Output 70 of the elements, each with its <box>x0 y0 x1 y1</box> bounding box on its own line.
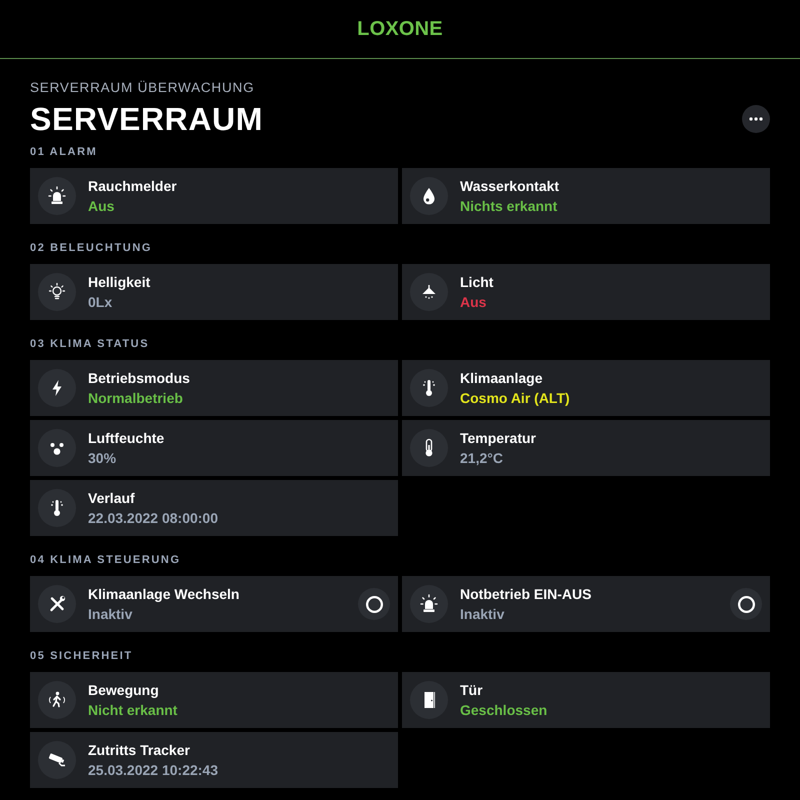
bubbles-icon <box>38 429 76 467</box>
page-subtitle: SERVERRAUM ÜBERWACHUNG <box>30 80 256 96</box>
control-value: Aus <box>460 293 486 312</box>
tools-icon <box>38 585 76 623</box>
control-name: Wasserkontakt <box>460 177 560 196</box>
control-card[interactable]: Notbetrieb EIN-AUS Inaktiv <box>402 576 770 632</box>
control-card[interactable]: Rauchmelder Aus <box>30 168 398 224</box>
control-name: Klimaanlage Wechseln <box>88 585 240 604</box>
section-title: 01 ALARM <box>30 145 98 160</box>
control-name: Verlauf <box>88 489 135 508</box>
control-card[interactable]: Klimaanlage Wechseln Inaktiv <box>30 576 398 632</box>
thermometer-icon <box>410 429 448 467</box>
control-name: Luftfeuchte <box>88 429 164 448</box>
control-name: Bewegung <box>88 681 159 700</box>
section-title: 05 SICHERHEIT <box>30 649 134 664</box>
control-value: Aus <box>88 197 114 216</box>
control-name: Rauchmelder <box>88 177 177 196</box>
more-button[interactable] <box>742 105 770 133</box>
control-card[interactable]: Verlauf 22.03.2022 08:00:00 <box>30 480 398 536</box>
door-icon <box>410 681 448 719</box>
control-name: Notbetrieb EIN-AUS <box>460 585 592 604</box>
control-card[interactable]: Zutritts Tracker 25.03.2022 10:22:43 <box>30 732 398 788</box>
siren-icon <box>410 585 448 623</box>
ring-icon <box>738 596 754 612</box>
ceiling-lamp-icon <box>410 273 448 311</box>
thermometer-icon <box>38 489 76 527</box>
control-value: 0Lx <box>88 293 112 312</box>
control-card[interactable]: Betriebsmodus Normalbetrieb <box>30 360 398 416</box>
control-name: Temperatur <box>460 429 536 448</box>
control-name: Betriebsmodus <box>88 369 190 388</box>
lightning-icon <box>38 369 76 407</box>
walking-person-icon <box>38 681 76 719</box>
control-card[interactable]: Klimaanlage Cosmo Air (ALT) <box>402 360 770 416</box>
section-title: 02 BELEUCHTUNG <box>30 241 154 256</box>
control-value: 30% <box>88 449 116 468</box>
control-value: Nicht erkannt <box>88 701 178 720</box>
control-value: Inaktiv <box>88 605 132 624</box>
control-value: Cosmo Air (ALT) <box>460 389 570 408</box>
control-card[interactable]: Wasserkontakt Nichts erkannt <box>402 168 770 224</box>
page-title: SERVERRAUM <box>30 101 263 137</box>
control-value: 22.03.2022 08:00:00 <box>88 509 218 528</box>
control-name: Licht <box>460 273 494 292</box>
lightbulb-icon <box>38 273 76 311</box>
toggle-button[interactable] <box>358 588 390 620</box>
control-card[interactable]: Tür Geschlossen <box>402 672 770 728</box>
control-card[interactable]: Licht Aus <box>402 264 770 320</box>
control-value: Geschlossen <box>460 701 548 720</box>
app-logo: LOXONE <box>357 18 443 40</box>
control-value: Inaktiv <box>460 605 504 624</box>
camera-icon <box>38 741 76 779</box>
thermometer-icon <box>410 369 448 407</box>
control-value: 25.03.2022 10:22:43 <box>88 761 218 780</box>
control-card[interactable]: Helligkeit 0Lx <box>30 264 398 320</box>
control-card[interactable]: Bewegung Nicht erkannt <box>30 672 398 728</box>
control-card[interactable]: Temperatur 21,2°C <box>402 420 770 476</box>
control-name: Klimaanlage <box>460 369 542 388</box>
section-title: 04 KLIMA STEUERUNG <box>30 553 182 568</box>
control-name: Helligkeit <box>88 273 150 292</box>
ring-icon <box>366 596 382 612</box>
section-title: 03 KLIMA STATUS <box>30 337 150 352</box>
control-name: Zutritts Tracker <box>88 741 190 760</box>
control-name: Tür <box>460 681 483 700</box>
siren-icon <box>38 177 76 215</box>
toggle-button[interactable] <box>730 588 762 620</box>
control-card[interactable]: Luftfeuchte 30% <box>30 420 398 476</box>
more-icon <box>749 117 763 121</box>
control-value: Normalbetrieb <box>88 389 183 408</box>
control-value: 21,2°C <box>460 449 503 468</box>
control-value: Nichts erkannt <box>460 197 558 216</box>
drop-icon <box>410 177 448 215</box>
